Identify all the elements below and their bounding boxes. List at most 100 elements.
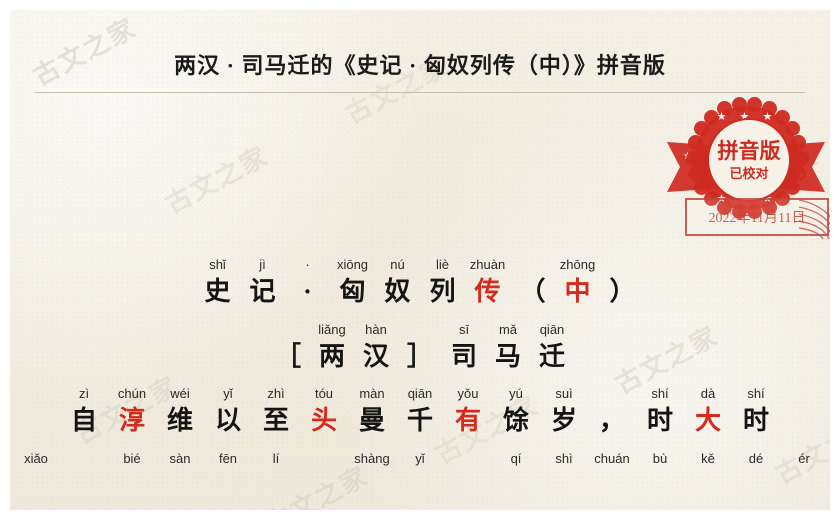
pinyin-text: qiān (539, 321, 565, 337)
hanzi-text: 千 (406, 406, 433, 435)
verse-cell: yǐ 以 (204, 386, 252, 438)
pinyin-text: sī (458, 321, 470, 337)
hanzi-text: · (303, 277, 312, 306)
seal-main-label: 拼音版 (717, 138, 781, 163)
hanzi-text: 自 (70, 406, 97, 435)
pinyin-text: tóu (314, 386, 334, 401)
verse-line: ［ liǎng 两 hàn 汉 ］ sī 司 mǎ 马 qiān 迁 (10, 321, 830, 374)
verse-cell: kě可 (684, 451, 732, 470)
verse-cell: dé得 (732, 451, 780, 470)
verse-cell: shí 时 (636, 386, 684, 438)
hanzi-text: 奴 (384, 277, 411, 306)
verse-cell: jì 记 (240, 257, 285, 309)
verse-cell: bù不 (636, 451, 684, 470)
verse-cell: wéi 维 (156, 386, 204, 438)
hanzi-text: 匈 (339, 277, 366, 306)
hanzi-text: 至 (262, 406, 289, 435)
header-divider (35, 92, 805, 93)
pinyin-text: wéi (170, 386, 190, 401)
verse-cell: liǎng 两 (310, 321, 354, 374)
pinyin-text: suì (555, 386, 573, 401)
hanzi-text: 时 (742, 406, 769, 435)
pinyin-text: chuán (594, 450, 630, 466)
pinyin-text: qí (510, 450, 522, 466)
hanzi-text: （ (519, 277, 546, 306)
verse-cell: ， (300, 452, 348, 470)
verse-cell: chún 淳 (108, 386, 156, 438)
verse-cell: dà 大 (684, 386, 732, 438)
date-stamp-label: 2022年11月11日 (708, 211, 806, 226)
hanzi-text: 维 (166, 406, 193, 435)
hanzi-text: 迁 (538, 341, 565, 371)
hanzi-text: 岁 (550, 406, 577, 435)
verse-cell: zhuàn 传 (465, 257, 510, 309)
pinyin-text: fēn (218, 450, 238, 466)
pinyin-text: ér (798, 450, 810, 466)
pinyin-text: shí (747, 386, 765, 401)
pinyin-text: xiōng (336, 257, 369, 272)
verse-cell: yú 馀 (492, 386, 540, 438)
verse-cell: hàn 汉 (354, 321, 398, 374)
verse-cell: qí其 (492, 450, 540, 470)
seal-inner-disc: 拼音版 已校对 (707, 118, 791, 202)
watermark-text: 古文之家 (160, 141, 274, 220)
verse-cell: lí离 (252, 450, 300, 470)
bottom-clip-mask (0, 510, 840, 520)
pinyin-text: yǐ (223, 386, 233, 401)
verified-seal: ★ ★ ★ ★ ★ ★ ★ ★ ★ ★ 拼音版 已校对 2022年11月11日 (665, 97, 830, 243)
verse-cell: ） (600, 258, 645, 309)
verse-cell: sàn散 (156, 451, 204, 470)
verse-cell: · · (285, 257, 330, 309)
pinyin-text: xiǎo (24, 450, 48, 466)
verse-cell: ， (444, 452, 492, 470)
verse-line: shǐ 史 jì 记 · · xiōng 匈 nú 奴 liè 列 zhuàn 传（zhōng 中） (10, 257, 830, 309)
hanzi-text: 两 (318, 341, 345, 371)
pinyin-text: dà (700, 386, 716, 401)
hanzi-text: 以 (214, 406, 241, 435)
pinyin-text: màn (359, 386, 385, 401)
verse-cell: shǐ 史 (195, 257, 240, 309)
seal-sub-label: 已校对 (729, 165, 769, 181)
verse-cell: màn 曼 (348, 386, 396, 438)
hanzi-text: 时 (646, 406, 673, 435)
pinyin-text: zhuàn (469, 257, 506, 272)
pinyin-text: zhì (267, 386, 285, 401)
hanzi-text: 汉 (362, 341, 389, 371)
hanzi-text: 记 (249, 277, 276, 306)
verse-cell: ér而 (780, 450, 828, 470)
pinyin-text: yǐ (415, 450, 425, 466)
hanzi-text: ］ (406, 341, 433, 371)
verse-cell: shì世 (540, 451, 588, 470)
pinyin-text: zhōng (559, 257, 596, 272)
pinyin-text: yú (509, 386, 523, 401)
verse-cell: ， (588, 387, 636, 438)
pinyin-text: hàn (365, 321, 387, 337)
postmark-cancellation-icon (798, 199, 830, 240)
hanzi-text: 史 (204, 277, 231, 306)
pinyin-text: · (305, 257, 310, 272)
verse-cell: nú 奴 (375, 257, 420, 309)
verse-cell: qiān 迁 (530, 321, 574, 374)
hanzi-text: 曼 (358, 406, 385, 435)
verse-cell: ［ (266, 323, 310, 374)
pinyin-text: shí (651, 386, 669, 401)
verse-cell: yǒu 有 (444, 386, 492, 438)
pinyin-text: jì (259, 257, 266, 272)
verse-cell: zhōng 中 (555, 257, 600, 309)
paper-sheet: 古文之家古文之家古文之家古文之家古文之家古文之家古文之家古文之家古文之家 两汉 … (10, 10, 830, 520)
pinyin-text: lí (272, 450, 280, 466)
pinyin-text: zì (78, 386, 90, 401)
pinyin-text: shàng (354, 450, 390, 466)
verse-cell: zì 自 (60, 386, 108, 438)
hanzi-text: ， (598, 406, 625, 435)
hanzi-text: 馀 (502, 406, 529, 435)
hanzi-text: 马 (494, 341, 521, 371)
pinyin-text: nú (390, 257, 405, 272)
hanzi-text: 有 (454, 406, 481, 435)
hanzi-text: 列 (429, 277, 456, 306)
pinyin-text: liǎng (318, 321, 346, 337)
verse-cell: chuán传 (588, 450, 636, 470)
verse-line: zì 自 chún 淳 wéi 维 yǐ 以 zhì 至 tóu 头 màn 曼 qiān 千 yǒu 有 yú 馀 s… (10, 386, 830, 438)
verse-cell: yǐ矣 (396, 450, 444, 470)
verse-cell: qiān 千 (396, 386, 444, 438)
